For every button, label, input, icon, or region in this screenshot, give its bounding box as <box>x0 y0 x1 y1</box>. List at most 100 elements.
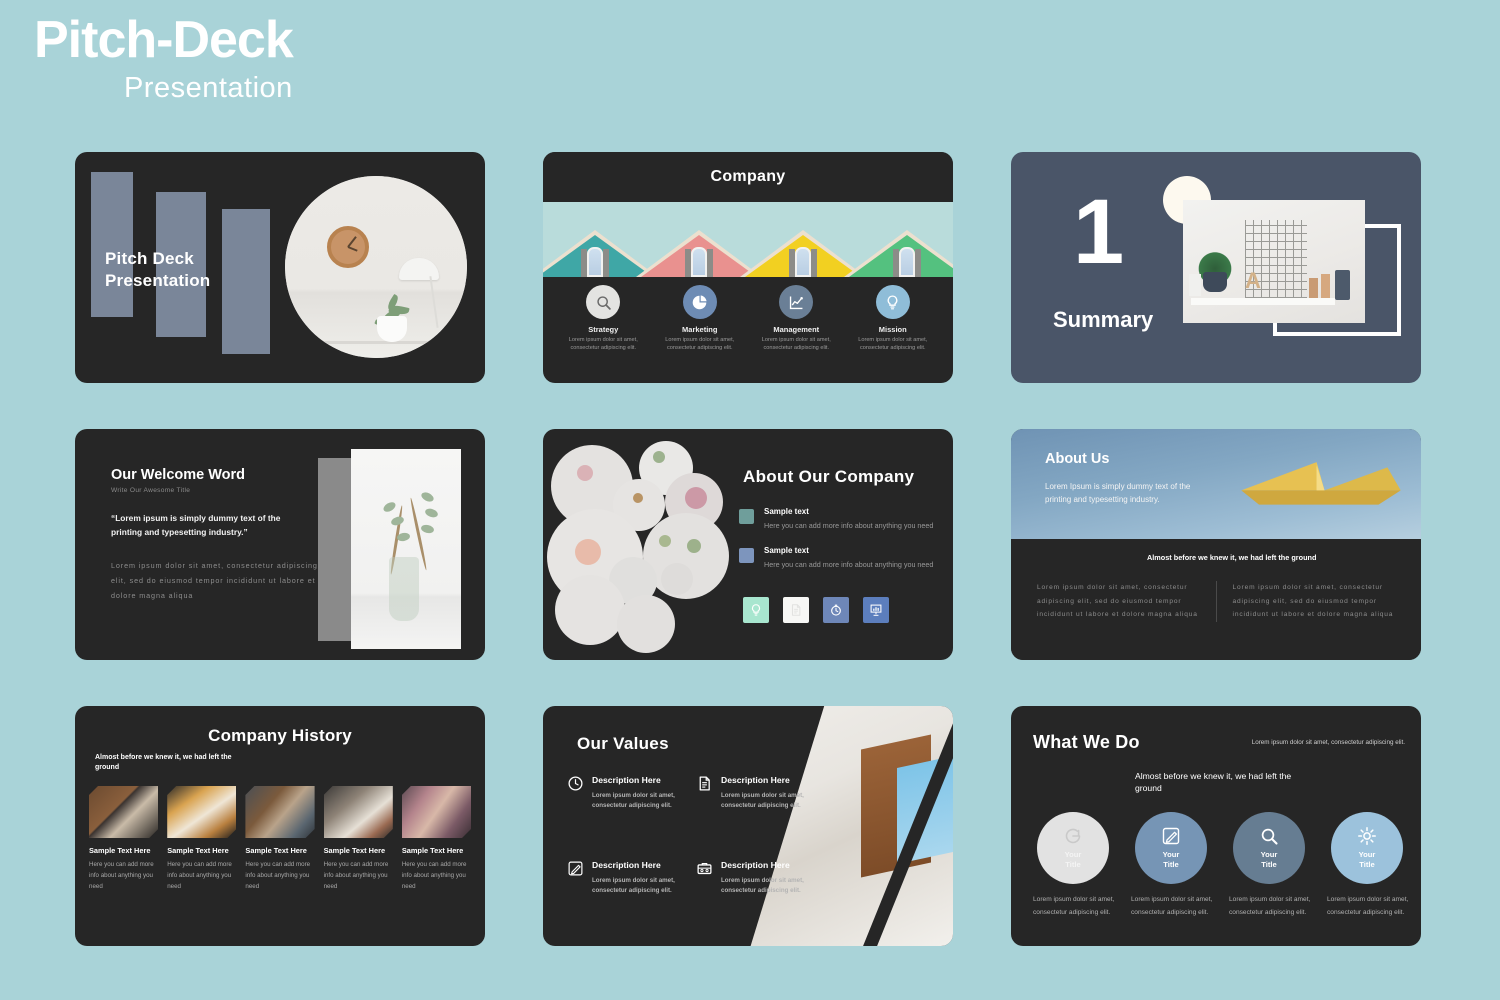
history-card-title: Sample Text Here <box>401 846 464 855</box>
icon-circle[interactable] <box>779 285 814 319</box>
history-card-title: Sample Text Here <box>167 846 229 855</box>
what-we-do-card[interactable]: Your Title Lorem ipsum dolor sit amet, con… <box>1031 812 1115 919</box>
card-desc: Lorem ipsum dolor sit amet, consectetur … <box>1131 896 1213 916</box>
value-item[interactable]: Description Here Lorem ipsum dolor sit am… <box>696 774 807 811</box>
card-desc: Lorem ipsum dolor sit amet, consectetur … <box>1229 896 1311 916</box>
history-card-image <box>324 786 393 838</box>
history-card-title: Sample Text Here <box>245 846 307 855</box>
icon-circle[interactable] <box>586 285 621 319</box>
history-card-desc: Here you can add more info about anythin… <box>323 861 389 890</box>
company-item-strategy[interactable]: Strategy Lorem ipsum dolor sit amet, cons… <box>557 285 650 353</box>
what-we-do-card[interactable]: Your Title Lorem ipsum dolor sit amet, con… <box>1227 812 1311 919</box>
document-icon <box>791 604 801 616</box>
plant-leaf <box>381 500 398 514</box>
line-chart-icon <box>789 296 803 309</box>
collage-flower-3 <box>575 539 601 565</box>
company-item-management[interactable]: Management Lorem ipsum dolor sit amet, co… <box>750 285 843 353</box>
slide-about-company[interactable]: About Our Company Sample text Here you ca… <box>543 429 953 660</box>
page-subtitle: Presentation <box>123 72 293 104</box>
value-item[interactable]: Description Here Lorem ipsum dolor sit am… <box>567 774 678 811</box>
lightbulb-icon <box>751 604 761 616</box>
company-item-mission[interactable]: Mission Lorem ipsum dolor sit amet, conse… <box>847 285 940 353</box>
icon-circle[interactable] <box>875 285 910 319</box>
plant-leaf <box>419 490 436 504</box>
slide-about-us[interactable]: About Us Lorem Ipsum is simply dummy tex… <box>1011 429 1421 660</box>
bullet-desc: Here you can add more info about anythin… <box>764 560 934 570</box>
about-bullet-2[interactable]: Sample text Here you can add more info ab… <box>739 546 939 570</box>
briefcase-icon <box>697 863 712 875</box>
summary-number: 1 <box>1073 181 1125 283</box>
title-line-1: Pitch Deck <box>105 249 194 268</box>
card-circle[interactable]: Your Title <box>1233 812 1305 884</box>
history-card[interactable]: Sample Text Here Here you can add more in… <box>401 786 471 892</box>
bullet-swatch <box>739 548 754 564</box>
plant-leaf <box>390 515 405 527</box>
glass-vase <box>389 557 419 621</box>
history-title: Company History <box>208 726 352 745</box>
about-bullet-1[interactable]: Sample text Here you can add more info ab… <box>739 507 939 531</box>
slide-grid: Pitch Deck Presentation Company Strategy… <box>75 152 1428 946</box>
value-icon <box>567 860 584 877</box>
history-card[interactable]: Sample Text Here Here you can add more in… <box>245 786 314 892</box>
lightbulb-icon <box>887 294 898 309</box>
decor-object <box>1189 274 1201 296</box>
pie-chart-icon <box>692 294 707 309</box>
window-shutter <box>811 249 817 277</box>
document-icon <box>699 776 710 791</box>
history-card[interactable]: Sample Text Here Here you can add more in… <box>323 786 393 892</box>
company-item-marketing[interactable]: Marketing Lorem ipsum dolor sit amet, con… <box>654 285 747 353</box>
about-us-text-panel: Almost before we knew it, we had left th… <box>1011 539 1421 660</box>
slide-company-history[interactable]: Company History Almost before we knew it… <box>75 706 485 946</box>
magnifier-icon <box>1261 828 1278 845</box>
item-desc: Lorem ipsum dolor sit amet, consectetur … <box>665 337 735 352</box>
history-card[interactable]: Sample Text Here Here you can add more in… <box>89 786 158 892</box>
small-icon-tile-3[interactable] <box>823 597 849 623</box>
stopwatch-icon <box>831 604 841 616</box>
card-desc: Lorem ipsum dolor sit amet, consectetur … <box>1033 896 1115 916</box>
value-desc: Lorem ipsum dolor sit amet, consectetur … <box>721 792 804 810</box>
about-us-columns: Lorem ipsum dolor sit amet, consectetur … <box>1021 581 1411 622</box>
plant-pot <box>377 316 407 342</box>
history-card-desc: Here you can add more info about anythin… <box>167 861 232 890</box>
slide-summary[interactable]: 1 Summary A <box>1011 152 1421 383</box>
history-subtitle: Almost before we knew it, we had left th… <box>95 754 232 772</box>
small-icon-tile-1[interactable] <box>743 597 769 623</box>
card-title: Your Title <box>1260 850 1278 869</box>
history-card-title: Sample Text Here <box>89 846 151 855</box>
what-we-do-headline: Almost before we knew it, we had left th… <box>1135 771 1292 794</box>
history-card[interactable]: Sample Text Here Here you can add more in… <box>167 786 236 892</box>
card-circle[interactable]: Your Title <box>1331 812 1403 884</box>
slide-welcome[interactable]: Our Welcome Word Write Our Awesome Title… <box>75 429 485 660</box>
value-desc: Lorem ipsum dolor sit amet, consectetur … <box>592 792 675 810</box>
history-card-title: Sample Text Here <box>323 846 386 855</box>
card-circle[interactable]: Your Title <box>1135 812 1207 884</box>
roof-window <box>691 247 707 277</box>
gear-icon <box>1358 827 1376 846</box>
icon-circle[interactable] <box>682 285 717 319</box>
slide-our-values[interactable]: Our Values Description Here Lorem ipsum d… <box>543 706 953 946</box>
values-grid: Description Here Lorem ipsum dolor sit am… <box>567 774 807 896</box>
collage-circle-8 <box>661 563 693 595</box>
bullet-swatch <box>739 509 754 524</box>
card-circle[interactable]: Your Title <box>1037 812 1109 884</box>
small-icon-tile-2[interactable] <box>783 597 809 623</box>
bullet-desc: Here you can add more info about anythin… <box>764 521 934 530</box>
slide-company[interactable]: Company Strategy Lorem ipsum dolor sit am… <box>543 152 953 383</box>
item-label: Marketing <box>682 325 718 334</box>
slide-title[interactable]: Pitch Deck Presentation <box>75 152 485 383</box>
what-we-do-card[interactable]: Your Title Lorem ipsum dolor sit amet, con… <box>1325 812 1409 919</box>
value-icon <box>696 775 713 792</box>
window-shutter <box>603 249 609 277</box>
welcome-photo <box>351 449 461 649</box>
history-card-row: Sample Text Here Here you can add more in… <box>89 786 471 892</box>
value-item[interactable]: Description Here Lorem ipsum dolor sit am… <box>567 859 678 896</box>
card-title: Your Title <box>1064 850 1082 869</box>
what-we-do-card[interactable]: Your Title Lorem ipsum dolor sit amet, con… <box>1129 812 1213 919</box>
slide-what-we-do[interactable]: What We Do Lorem ipsum dolor sit amet, c… <box>1011 706 1421 946</box>
small-icon-tile-4[interactable] <box>863 597 889 623</box>
roof-window <box>795 247 811 277</box>
value-item[interactable]: Description Here Lorem ipsum dolor sit am… <box>696 859 807 896</box>
value-desc: Lorem ipsum dolor sit amet, consectetur … <box>721 877 804 895</box>
shelf-line <box>285 341 467 344</box>
plant-leaf <box>420 523 435 535</box>
